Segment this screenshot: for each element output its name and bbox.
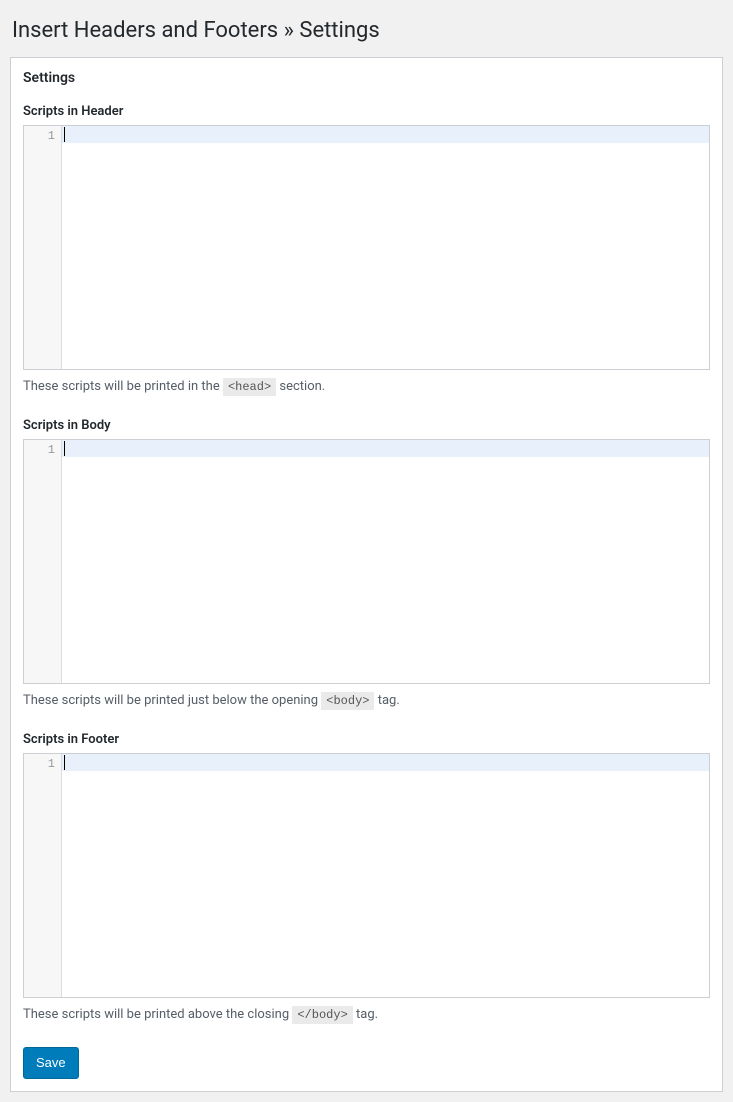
body-help-prefix: These scripts will be printed just below…	[23, 693, 321, 708]
body-scripts-input[interactable]	[62, 440, 709, 683]
footer-help-tag: </body>	[292, 1006, 352, 1024]
body-scripts-editor[interactable]: 1	[23, 439, 710, 684]
footer-scripts-input[interactable]	[62, 754, 709, 997]
footer-scripts-editor[interactable]: 1	[23, 753, 710, 998]
body-scripts-label: Scripts in Body	[23, 418, 710, 433]
header-gutter: 1	[24, 126, 62, 369]
header-scripts-input[interactable]	[62, 126, 709, 369]
header-help-prefix: These scripts will be printed in the	[23, 379, 223, 394]
header-help-text: These scripts will be printed in the <he…	[23, 378, 710, 396]
save-button[interactable]: Save	[23, 1047, 79, 1079]
header-help-tag: <head>	[223, 378, 276, 396]
footer-scripts-label: Scripts in Footer	[23, 732, 710, 747]
header-help-suffix: section.	[276, 379, 325, 394]
settings-heading: Settings	[23, 70, 710, 86]
footer-help-suffix: tag.	[353, 1007, 378, 1022]
header-scripts-label: Scripts in Header	[23, 104, 710, 119]
page-title: Insert Headers and Footers » Settings	[12, 18, 723, 43]
body-help-text: These scripts will be printed just below…	[23, 692, 710, 710]
header-scripts-editor[interactable]: 1	[23, 125, 710, 370]
footer-gutter: 1	[24, 754, 62, 997]
body-gutter: 1	[24, 440, 62, 683]
body-help-suffix: tag.	[374, 693, 399, 708]
footer-help-text: These scripts will be printed above the …	[23, 1006, 710, 1024]
footer-help-prefix: These scripts will be printed above the …	[23, 1007, 292, 1022]
settings-panel: Settings Scripts in Header 1 These scrip…	[10, 57, 723, 1092]
body-help-tag: <body>	[321, 692, 374, 710]
